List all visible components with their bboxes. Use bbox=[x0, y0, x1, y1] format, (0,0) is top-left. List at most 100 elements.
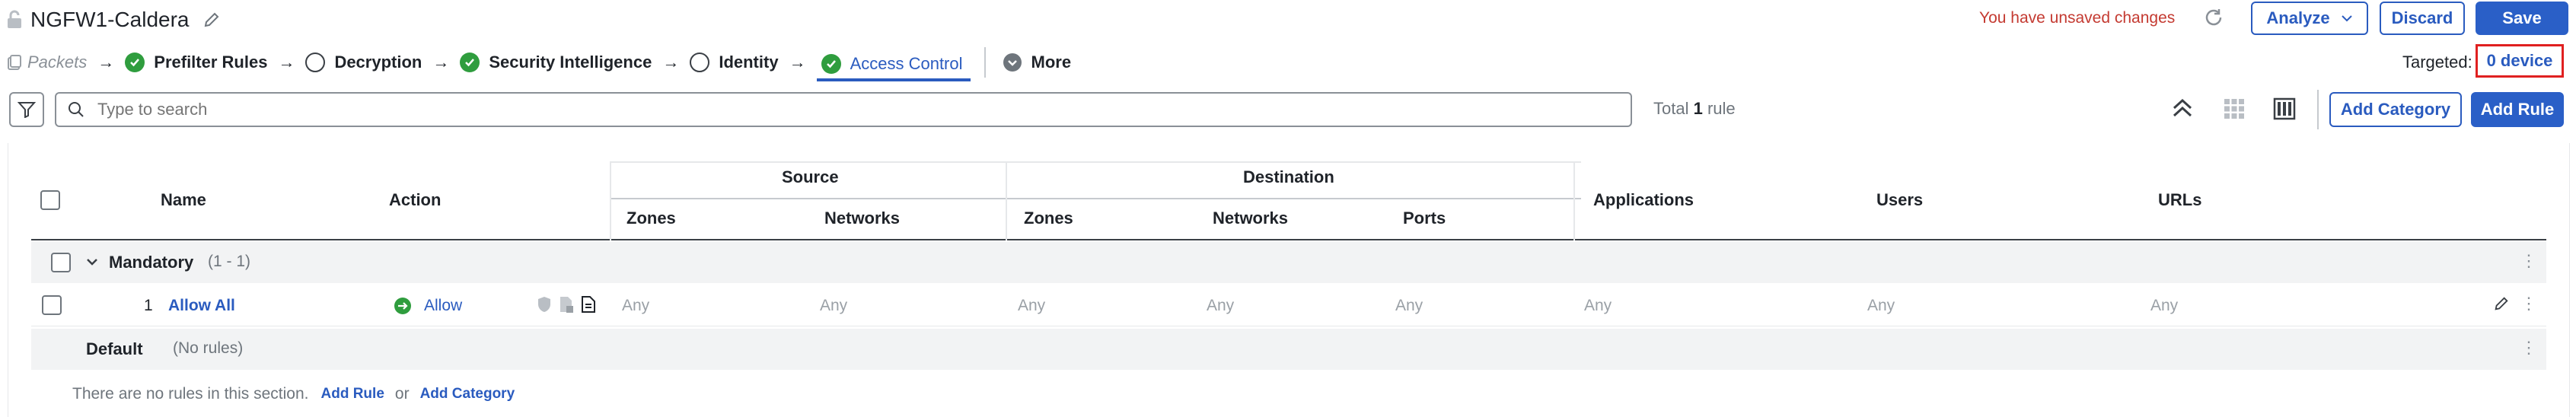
select-all-checkbox[interactable] bbox=[40, 190, 60, 210]
arrow-right-icon: → bbox=[662, 53, 680, 72]
section-checkbox[interactable] bbox=[51, 253, 71, 272]
header-divider bbox=[610, 198, 1581, 199]
column-header-source-zones[interactable]: Zones bbox=[626, 208, 676, 228]
breadcrumb-more[interactable]: More bbox=[1031, 53, 1072, 72]
section-label-default: Default bbox=[86, 339, 143, 358]
column-divider bbox=[610, 161, 611, 240]
edit-icon[interactable] bbox=[202, 11, 221, 29]
check-circle-icon bbox=[460, 53, 480, 72]
add-category-button[interactable]: Add Category bbox=[2329, 92, 2462, 127]
column-group-destination: Destination bbox=[1243, 167, 1334, 186]
breadcrumb-prefilter-rules[interactable]: Prefilter Rules bbox=[154, 53, 267, 72]
page-header: NGFW1-Caldera bbox=[6, 5, 221, 35]
more-icon bbox=[1003, 53, 1022, 72]
column-group-source: Source bbox=[782, 167, 839, 186]
packets-icon bbox=[8, 55, 21, 70]
collapse-all-icon[interactable] bbox=[2171, 97, 2194, 119]
analyze-button[interactable]: Analyze bbox=[2251, 2, 2368, 35]
page-title: NGFW1-Caldera bbox=[30, 8, 190, 31]
breadcrumb-security-intelligence[interactable]: Security Intelligence bbox=[489, 53, 652, 72]
arrow-right-icon: → bbox=[789, 53, 806, 72]
column-header-name[interactable]: Name bbox=[161, 190, 206, 210]
targeted-label: Targeted: bbox=[2402, 53, 2472, 72]
empty-circle-icon bbox=[690, 53, 710, 72]
chevron-down-icon bbox=[2341, 14, 2353, 22]
refresh-icon[interactable] bbox=[2202, 6, 2225, 29]
column-header-applications[interactable]: Applications bbox=[1593, 190, 1694, 210]
breadcrumb-access-control: Access Control bbox=[850, 54, 963, 73]
breadcrumb-decryption[interactable]: Decryption bbox=[334, 53, 422, 72]
analyze-label: Analyze bbox=[2266, 8, 2330, 27]
empty-section-text: There are no rules in this section. bbox=[72, 385, 309, 403]
breadcrumb-packets[interactable]: Packets bbox=[27, 53, 87, 72]
allow-icon bbox=[394, 297, 412, 315]
table-row[interactable]: 1 Allow All Allow Any Any Any Any Any An… bbox=[31, 285, 2546, 326]
row-checkbox[interactable] bbox=[42, 295, 62, 315]
section-row-default: Default (No rules) ⋮ bbox=[31, 329, 2546, 370]
search-input[interactable] bbox=[96, 99, 1545, 120]
rule-urls: Any bbox=[2150, 297, 2179, 314]
rule-number: 1 bbox=[144, 297, 153, 314]
column-header-destination-zones[interactable]: Zones bbox=[1024, 208, 1073, 228]
targeted-devices-value: 0 device bbox=[2486, 51, 2553, 70]
rule-source-zones: Any bbox=[622, 297, 650, 314]
column-header-source-networks[interactable]: Networks bbox=[824, 208, 900, 228]
breadcrumb-divider bbox=[984, 47, 986, 78]
section-row-mandatory: Mandatory (1 - 1) ⋮ bbox=[31, 242, 2546, 283]
rule-name-link[interactable]: Allow All bbox=[168, 297, 235, 315]
kebab-menu-icon[interactable]: ⋮ bbox=[2520, 294, 2537, 314]
column-header-users[interactable]: Users bbox=[1876, 190, 1923, 210]
empty-section-message: There are no rules in this section. Add … bbox=[72, 385, 515, 403]
rule-destination-zones: Any bbox=[1018, 297, 1046, 314]
column-view-icon[interactable] bbox=[2273, 97, 2296, 120]
edit-rule-icon[interactable] bbox=[2493, 295, 2510, 312]
targeted-devices-link[interactable]: 0 device bbox=[2476, 44, 2564, 78]
total-rules: Total 1 rule bbox=[1653, 99, 1736, 119]
column-header-ports[interactable]: Ports bbox=[1403, 208, 1446, 228]
check-circle-icon bbox=[821, 54, 841, 74]
column-header-destination-networks[interactable]: Networks bbox=[1213, 208, 1288, 228]
section-label-mandatory: Mandatory bbox=[109, 253, 194, 272]
search-box[interactable] bbox=[55, 92, 1632, 127]
add-rule-button[interactable]: Add Rule bbox=[2471, 92, 2564, 127]
kebab-menu-icon[interactable]: ⋮ bbox=[2520, 251, 2537, 271]
filter-button[interactable] bbox=[9, 92, 44, 127]
section-note: (No rules) bbox=[173, 339, 244, 357]
breadcrumb-access-control-tab[interactable]: Access Control bbox=[816, 51, 971, 81]
policy-breadcrumb: Packets → Prefilter Rules → Decryption →… bbox=[8, 47, 1072, 81]
unsaved-changes-text: You have unsaved changes bbox=[1979, 9, 2176, 27]
total-suffix: rule bbox=[1707, 99, 1736, 118]
breadcrumb-identity[interactable]: Identity bbox=[719, 53, 778, 72]
chevron-down-icon[interactable] bbox=[84, 254, 100, 269]
column-divider bbox=[1573, 161, 1575, 240]
grid-view-icon[interactable] bbox=[2223, 97, 2246, 120]
log-icon[interactable] bbox=[581, 295, 596, 314]
column-divider bbox=[1006, 161, 1007, 240]
save-button[interactable]: Save bbox=[2476, 2, 2568, 35]
rule-destination-networks: Any bbox=[1207, 297, 1235, 314]
rules-table: Name Action Source Destination Zones Net… bbox=[8, 143, 2570, 417]
rule-ports: Any bbox=[1395, 297, 1423, 314]
or-text: or bbox=[394, 385, 410, 403]
targeted-devices: Targeted: bbox=[2402, 49, 2472, 76]
add-rule-link[interactable]: Add Rule bbox=[321, 386, 384, 403]
kebab-menu-icon[interactable]: ⋮ bbox=[2520, 338, 2537, 358]
section-range: (1 - 1) bbox=[208, 253, 251, 270]
empty-circle-icon bbox=[305, 53, 326, 72]
column-header-action[interactable]: Action bbox=[389, 190, 441, 210]
header-top-divider bbox=[610, 161, 1581, 163]
rule-action[interactable]: Allow bbox=[424, 297, 462, 315]
column-header-urls[interactable]: URLs bbox=[2158, 190, 2201, 210]
filter-icon bbox=[18, 101, 36, 118]
check-circle-icon bbox=[125, 53, 145, 72]
shield-icon[interactable] bbox=[537, 295, 552, 314]
rule-source-networks: Any bbox=[820, 297, 848, 314]
file-policy-icon[interactable] bbox=[558, 295, 575, 314]
add-category-link[interactable]: Add Category bbox=[420, 386, 515, 403]
rule-applications: Any bbox=[1584, 297, 1612, 314]
arrow-right-icon: → bbox=[278, 53, 295, 72]
rule-users: Any bbox=[1867, 297, 1895, 314]
arrow-right-icon: → bbox=[97, 53, 115, 72]
arrow-right-icon: → bbox=[432, 53, 450, 72]
discard-button[interactable]: Discard bbox=[2380, 2, 2465, 35]
